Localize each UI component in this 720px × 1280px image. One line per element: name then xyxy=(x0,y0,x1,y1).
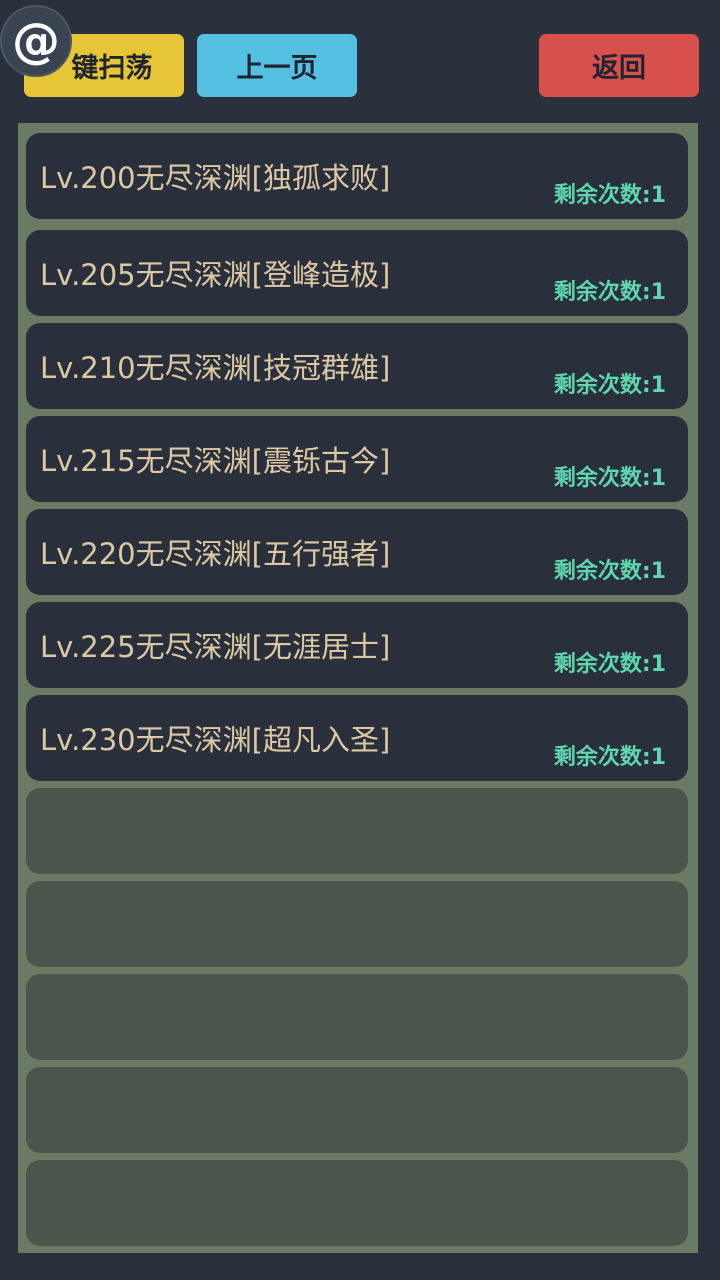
remaining-count: 剩余次数:1 xyxy=(553,745,666,770)
previous-page-label: 上一页 xyxy=(236,53,318,84)
list-item[interactable]: Lv.230无尽深渊[超凡入圣] 剩余次数:1 xyxy=(26,695,688,781)
remaining-count: 剩余次数:1 xyxy=(553,373,666,398)
back-button[interactable]: 返回 xyxy=(539,34,699,97)
list-item[interactable]: Lv.200无尽深渊[独孤求败] 剩余次数:1 xyxy=(26,133,688,219)
level-title: Lv.210无尽深渊[技冠群雄] xyxy=(40,351,391,385)
empty-slot xyxy=(26,1160,688,1246)
level-title: Lv.215无尽深渊[震铄古今] xyxy=(40,444,391,478)
game-screen: 键扫荡 上一页 返回 @ Lv.200无尽深渊[独孤求败] 剩余次数:1 Lv.… xyxy=(0,0,720,1280)
remaining-count: 剩余次数:1 xyxy=(553,183,666,208)
remaining-count: 剩余次数:1 xyxy=(553,280,666,305)
level-title: Lv.225无尽深渊[无涯居士] xyxy=(40,630,391,664)
empty-slot xyxy=(26,881,688,967)
at-icon[interactable]: @ xyxy=(0,5,72,77)
empty-slot xyxy=(26,974,688,1060)
list-item[interactable]: Lv.205无尽深渊[登峰造极] 剩余次数:1 xyxy=(26,230,688,316)
level-title: Lv.230无尽深渊[超凡入圣] xyxy=(40,723,391,757)
level-title: Lv.205无尽深渊[登峰造极] xyxy=(40,258,391,292)
empty-slot xyxy=(26,788,688,874)
remaining-count: 剩余次数:1 xyxy=(553,652,666,677)
list-item[interactable]: Lv.215无尽深渊[震铄古今] 剩余次数:1 xyxy=(26,416,688,502)
list-item[interactable]: Lv.225无尽深渊[无涯居士] 剩余次数:1 xyxy=(26,602,688,688)
previous-page-button[interactable]: 上一页 xyxy=(197,34,357,97)
empty-slot xyxy=(26,1067,688,1153)
list-item[interactable]: Lv.210无尽深渊[技冠群雄] 剩余次数:1 xyxy=(26,323,688,409)
list-item[interactable]: Lv.220无尽深渊[五行强者] 剩余次数:1 xyxy=(26,509,688,595)
level-title: Lv.200无尽深渊[独孤求败] xyxy=(40,161,391,195)
level-title: Lv.220无尽深渊[五行强者] xyxy=(40,537,391,571)
remaining-count: 剩余次数:1 xyxy=(553,466,666,491)
remaining-count: 剩余次数:1 xyxy=(553,559,666,584)
sweep-all-label: 键扫荡 xyxy=(71,53,153,84)
level-list: Lv.200无尽深渊[独孤求败] 剩余次数:1 Lv.205无尽深渊[登峰造极]… xyxy=(18,123,698,1253)
back-label: 返回 xyxy=(592,53,646,84)
at-glyph: @ xyxy=(12,13,60,69)
